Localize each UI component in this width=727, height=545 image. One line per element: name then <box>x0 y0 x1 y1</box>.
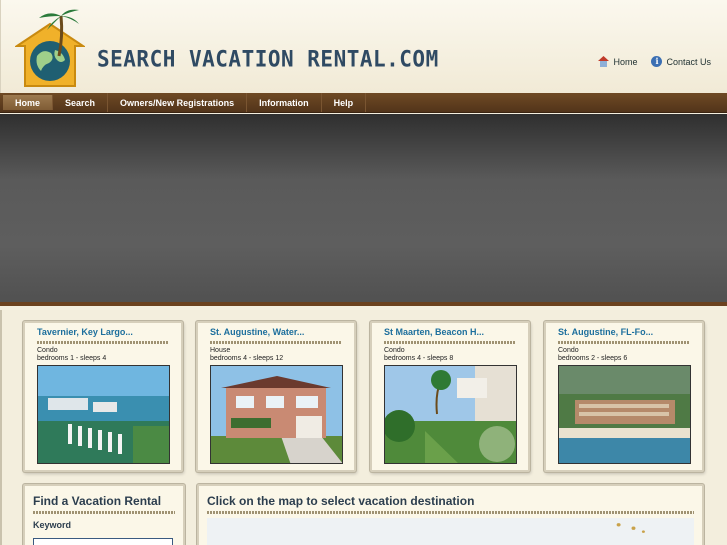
listing-photo[interactable] <box>384 365 517 464</box>
divider <box>384 341 516 344</box>
listing-capacity: bedrooms 4 - sleeps 12 <box>210 355 284 362</box>
listing-photo[interactable] <box>558 365 691 464</box>
listing-type: Condo <box>37 347 58 354</box>
nav-item-information[interactable]: Information <box>247 93 322 112</box>
top-link-contact[interactable]: i Contact Us <box>651 56 711 67</box>
listing-title[interactable]: Tavernier, Key Largo... <box>37 327 133 337</box>
listing-card[interactable]: St. Augustine, FL-Fo... Condo bedrooms 2… <box>544 321 704 472</box>
palm-globe-logo-icon[interactable] <box>15 6 85 88</box>
listing-capacity: bedrooms 1 - sleeps 4 <box>37 355 107 362</box>
main-content: Tavernier, Key Largo... Condo bedrooms 1… <box>0 310 727 545</box>
hero-banner <box>0 114 727 306</box>
top-link-home[interactable]: Home <box>598 56 637 67</box>
divider <box>207 511 694 514</box>
listing-type: Condo <box>384 347 405 354</box>
listing-title[interactable]: St Maarten, Beacon H... <box>384 327 484 337</box>
listing-photo[interactable] <box>37 365 170 464</box>
keyword-label: Keyword <box>33 520 72 530</box>
nav-item-help[interactable]: Help <box>322 93 367 112</box>
brand-title[interactable]: SEARCH VACATION RENTAL.COM <box>97 46 439 71</box>
top-link-label: Home <box>613 56 638 67</box>
nav-item-search[interactable]: Search <box>53 93 109 112</box>
main-nav: Home Search Owners/New Registrations Inf… <box>0 93 727 113</box>
divider <box>33 511 175 514</box>
listing-card[interactable]: St. Augustine, Water... House bedrooms 4… <box>196 321 356 472</box>
nav-item-home[interactable]: Home <box>3 95 54 110</box>
find-rental-title: Find a Vacation Rental <box>33 494 162 508</box>
listing-card[interactable]: St Maarten, Beacon H... Condo bedrooms 4… <box>370 321 530 472</box>
nav-item-owners[interactable]: Owners/New Registrations <box>108 93 248 112</box>
info-icon: i <box>651 56 663 67</box>
listing-title[interactable]: St. Augustine, Water... <box>210 327 304 337</box>
site-header: SEARCH VACATION RENTAL.COM Home i Contac… <box>0 0 727 93</box>
top-link-label: Contact Us <box>666 56 711 67</box>
listing-photo[interactable] <box>210 365 343 464</box>
divider <box>37 341 169 344</box>
home-icon <box>598 56 610 67</box>
listing-capacity: bedrooms 4 - sleeps 8 <box>384 355 454 362</box>
listing-capacity: bedrooms 2 - sleeps 6 <box>558 355 628 362</box>
listing-type: House <box>210 347 231 354</box>
listing-card[interactable]: Tavernier, Key Largo... Condo bedrooms 1… <box>23 321 183 472</box>
divider <box>558 341 690 344</box>
listing-title[interactable]: St. Augustine, FL-Fo... <box>558 327 653 337</box>
listing-type: Condo <box>558 347 579 354</box>
destination-map[interactable] <box>207 518 694 545</box>
map-title: Click on the map to select vacation dest… <box>207 494 475 508</box>
map-panel: Click on the map to select vacation dest… <box>197 484 704 545</box>
divider <box>210 341 342 344</box>
top-links: Home i Contact Us <box>598 56 711 67</box>
keyword-input[interactable] <box>33 538 173 545</box>
find-rental-panel: Find a Vacation Rental Keyword <box>23 484 185 545</box>
